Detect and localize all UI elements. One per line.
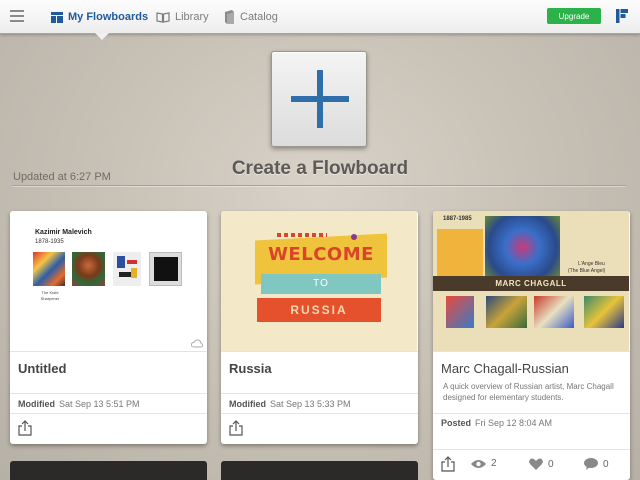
- heart-icon: [529, 458, 543, 470]
- tab-library-label: Library: [175, 11, 209, 23]
- thumb-russia-text: RUSSIA: [290, 303, 348, 317]
- share-icon[interactable]: [441, 456, 455, 472]
- tab-catalog-label: Catalog: [240, 11, 278, 23]
- card-title: Untitled: [18, 361, 67, 376]
- tab-library[interactable]: Library: [156, 8, 209, 26]
- catalog-icon: [225, 10, 234, 24]
- comments-count[interactable]: 0: [584, 458, 609, 470]
- share-icon[interactable]: [229, 420, 243, 436]
- painting-thumb: [584, 296, 624, 328]
- card-thumbnail: WELCOME TO RUSSIA: [221, 211, 417, 351]
- card-thumbnail: Kazimir Malevich 1878-1935 The Knife Sha…: [10, 211, 206, 351]
- card-title: Marc Chagall-Russian: [441, 361, 569, 376]
- card-title: Russia: [229, 361, 272, 376]
- create-flowboard-button[interactable]: [271, 51, 367, 147]
- card-description: A quick overview of Russian artist, Marc…: [443, 382, 614, 402]
- thumb-years: 1878-1935: [35, 239, 64, 245]
- updated-timestamp: Updated at 6:27 PM: [13, 171, 111, 183]
- flowboard-card-partial[interactable]: [221, 461, 418, 480]
- card-meta: Posted Fri Sep 12 8:04 AM: [441, 418, 553, 428]
- tab-my-flowboards-label: My Flowboards: [68, 11, 149, 23]
- thumb-years: 1887-1985: [443, 216, 472, 222]
- likes-count[interactable]: 0: [529, 458, 554, 470]
- painting-thumb: [486, 296, 527, 328]
- painting-thumb: [149, 252, 182, 286]
- flowboard-card-russia[interactable]: WELCOME TO RUSSIA Russia Modified Sat Sep…: [221, 211, 418, 444]
- hamburger-menu-icon[interactable]: [10, 10, 24, 22]
- thumb-caption: The Knife Sharpener: [40, 290, 60, 301]
- create-flowboard-label[interactable]: Create a Flowboard: [160, 158, 480, 180]
- share-icon[interactable]: [18, 420, 32, 436]
- card-meta: Modified Sat Sep 13 5:51 PM: [18, 399, 140, 409]
- card-meta: Modified Sat Sep 13 5:33 PM: [229, 399, 351, 409]
- flowboard-card-partial[interactable]: [10, 461, 207, 480]
- painting-thumb: [534, 296, 574, 328]
- flowboard-logo-icon[interactable]: [616, 9, 628, 23]
- tab-catalog[interactable]: Catalog: [224, 8, 278, 26]
- tab-my-flowboards[interactable]: My Flowboards: [51, 8, 148, 26]
- thumb-heading: Kazimir Malevich: [35, 229, 92, 236]
- card-thumbnail: 1887-1985 L'Ange Bleu (The Blue Angel) M…: [433, 211, 629, 351]
- painting-thumb: [446, 296, 474, 328]
- flowboard-card-untitled[interactable]: Kazimir Malevich 1878-1935 The Knife Sha…: [10, 211, 207, 444]
- divider: [12, 185, 626, 186]
- painting-thumb: [72, 252, 105, 286]
- flowboards-icon: [51, 11, 63, 23]
- upgrade-button[interactable]: Upgrade: [547, 8, 601, 24]
- eye-icon: [471, 459, 486, 468]
- thumb-banner: MARC CHAGALL: [495, 279, 567, 288]
- painting-thumb: [113, 252, 141, 286]
- top-bar: My Flowboards Library Catalog Upgrade: [0, 0, 640, 34]
- book-icon: [156, 11, 170, 23]
- cloud-icon: [191, 339, 203, 348]
- active-tab-pointer: [95, 33, 109, 40]
- thumb-welcome-text: WELCOME: [268, 244, 374, 265]
- views-count: 2: [470, 458, 497, 469]
- thumb-painting-subtitle: (The Blue Angel): [568, 268, 606, 274]
- thumb-to-text: TO: [313, 278, 329, 289]
- flowboard-card-marc-chagall[interactable]: 1887-1985 L'Ange Bleu (The Blue Angel) M…: [433, 211, 630, 480]
- painting-thumb: [33, 252, 65, 286]
- comment-icon: [584, 458, 598, 470]
- thumb-painting-title: L'Ange Bleu: [578, 261, 605, 267]
